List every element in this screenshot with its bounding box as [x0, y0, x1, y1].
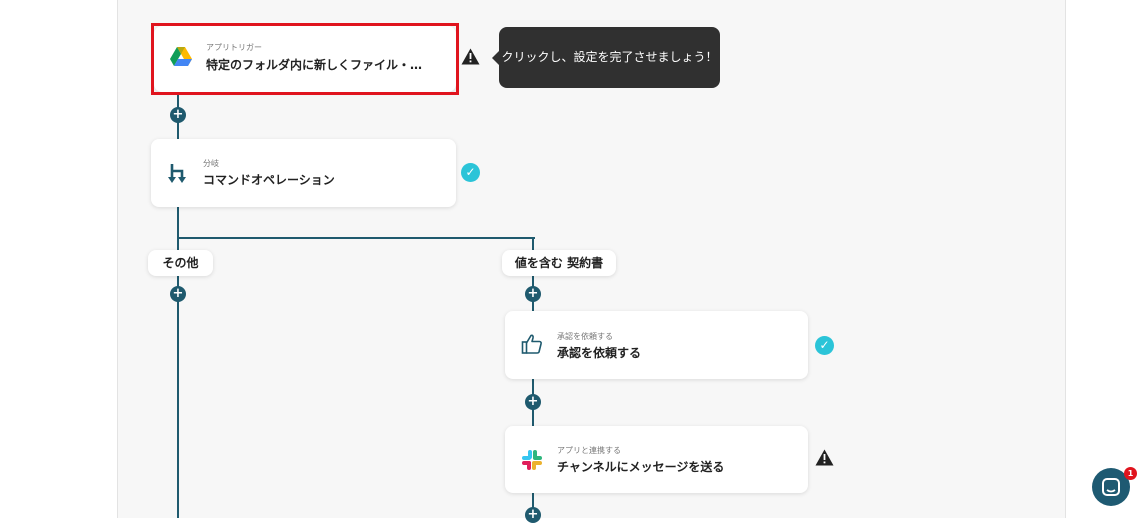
- branch-type-label: 分岐: [203, 159, 219, 168]
- add-step-button[interactable]: +: [525, 394, 541, 410]
- branch-label-other[interactable]: その他: [148, 250, 213, 276]
- trigger-highlight-frame: [151, 23, 459, 95]
- branch-icon: [167, 162, 189, 188]
- approval-type-label: 承認を依頼する: [557, 332, 613, 341]
- connector-line: [177, 237, 535, 239]
- chat-unread-badge: 1: [1124, 467, 1137, 480]
- setup-tooltip: クリックし、設定を完了させましょう！: [492, 27, 720, 88]
- approval-card[interactable]: 承認を依頼する 承認を依頼する: [505, 311, 808, 379]
- branch-card[interactable]: 分岐 コマンドオペレーション: [151, 139, 456, 207]
- complete-check-icon: ✓: [461, 163, 480, 182]
- approval-title: 承認を依頼する: [557, 346, 642, 360]
- add-step-button[interactable]: +: [525, 286, 541, 302]
- branch-label-contains[interactable]: 値を含む 契約書: [502, 250, 616, 276]
- branch-title: コマンドオペレーション: [203, 173, 335, 187]
- warning-icon[interactable]: [461, 48, 480, 69]
- complete-check-icon: ✓: [815, 336, 834, 355]
- add-step-button[interactable]: +: [525, 507, 541, 523]
- slack-type-label: アプリと連携する: [557, 446, 621, 455]
- warning-icon[interactable]: [815, 449, 834, 470]
- slack-card[interactable]: アプリと連携する チャンネルにメッセージを送る: [505, 426, 808, 493]
- slack-title: チャンネルにメッセージを送る: [557, 460, 725, 474]
- add-step-button[interactable]: +: [170, 107, 186, 123]
- slack-icon: [521, 449, 543, 475]
- add-step-button[interactable]: +: [170, 286, 186, 302]
- thumbs-up-icon: [521, 333, 543, 359]
